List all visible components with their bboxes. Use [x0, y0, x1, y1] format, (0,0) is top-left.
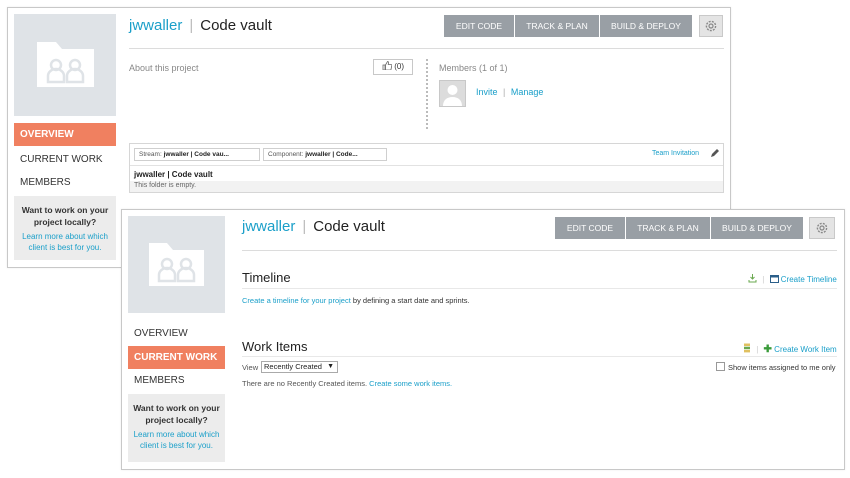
user-silhouette-icon [443, 85, 462, 106]
thumbs-up-icon [382, 61, 393, 71]
build-deploy-button[interactable]: BUILD & DEPLOY [600, 15, 692, 37]
view-select[interactable]: Recently Created ▼ [261, 361, 338, 373]
stream-value: jwwaller | Code vau... [163, 151, 229, 158]
empty-folder-message: This folder is empty. [134, 182, 197, 189]
nav-overview[interactable]: OVERVIEW [128, 322, 225, 345]
title-separator: | [302, 218, 307, 235]
members-actions: Invite | Manage [476, 87, 543, 97]
timeline-divider [242, 288, 837, 289]
create-timeline-link[interactable]: Create Timeline [781, 275, 837, 284]
component-label: Component: [268, 151, 304, 158]
avatar[interactable] [439, 80, 466, 107]
track-plan-button[interactable]: TRACK & PLAN [515, 15, 599, 37]
work-items-empty-text: There are no Recently Created items. [242, 379, 370, 388]
timeline-actions: | Create Timeline [748, 274, 837, 284]
folder-name: jwwaller | Code vault [134, 170, 213, 179]
view-select-value: Recently Created [264, 362, 322, 371]
members-actions-separator: | [503, 87, 506, 97]
members-label: Members (1 of 1) [439, 63, 508, 73]
work-items-heading: Work Items [242, 339, 308, 354]
track-plan-button[interactable]: TRACK & PLAN [626, 217, 710, 239]
nav-members[interactable]: MEMBERS [128, 369, 225, 392]
gear-icon [705, 20, 717, 32]
promo-link[interactable]: Learn more about which client is best fo… [134, 430, 220, 450]
export-icon[interactable] [748, 274, 757, 283]
actions-divider: | [756, 345, 759, 354]
promo-title: Want to work on your project locally? [21, 205, 109, 227]
nav-overview[interactable]: OVERVIEW [14, 123, 116, 146]
work-items-actions: | ✚ Create Work Item [743, 343, 837, 355]
about-label: About this project [129, 63, 199, 73]
promo-link[interactable]: Learn more about which client is best fo… [22, 232, 108, 252]
project-avatar [14, 14, 116, 116]
nav-members[interactable]: MEMBERS [14, 171, 116, 194]
file-browser-divider [130, 165, 723, 166]
create-work-items-link[interactable]: Create some work items. [369, 379, 452, 388]
settings-button[interactable] [809, 217, 835, 239]
project-avatar [128, 216, 225, 313]
component-value: jwwaller | Code... [305, 151, 358, 158]
create-work-item-link[interactable]: Create Work Item [774, 345, 837, 354]
view-label: View [242, 363, 259, 372]
pencil-icon[interactable] [709, 148, 720, 159]
show-assigned-checkbox[interactable] [716, 362, 725, 371]
like-count: (0) [394, 62, 404, 71]
settings-button[interactable] [699, 15, 723, 37]
project-folder-icon [149, 243, 204, 286]
show-assigned-label: Show items assigned to me only [728, 363, 836, 372]
work-items-divider [242, 356, 837, 357]
stack-icon[interactable] [743, 343, 751, 353]
gear-icon [816, 222, 828, 234]
title-project-name: Code vault [200, 17, 272, 34]
manage-link[interactable]: Manage [511, 87, 544, 97]
file-browser: Stream: jwwaller | Code vau... Component… [129, 143, 724, 193]
title-user-link[interactable]: jwwaller [129, 17, 182, 34]
title-user-link[interactable]: jwwaller [242, 218, 295, 235]
header-divider [129, 48, 724, 49]
create-timeline-inline-link[interactable]: Create a timeline for your project [242, 296, 351, 305]
plus-icon: ✚ [763, 344, 772, 355]
project-current-work-window: OVERVIEW CURRENT WORK MEMBERS Want to wo… [121, 209, 845, 470]
component-selector[interactable]: Component: jwwaller | Code... [263, 148, 387, 161]
calendar-icon [769, 275, 779, 283]
invite-link[interactable]: Invite [476, 87, 498, 97]
team-invitation-link[interactable]: Team Invitation [652, 150, 699, 157]
chevron-down-icon: ▼ [327, 363, 334, 370]
work-items-empty: There are no Recently Created items. Cre… [242, 379, 452, 388]
local-work-promo: Want to work on your project locally? Le… [128, 394, 225, 462]
stream-label: Stream: [139, 151, 162, 158]
build-deploy-button[interactable]: BUILD & DEPLOY [711, 217, 803, 239]
stream-selector[interactable]: Stream: jwwaller | Code vau... [134, 148, 260, 161]
page-title: jwwaller | Code vault [242, 218, 385, 235]
folder-empty-row: This folder is empty. [130, 181, 723, 192]
title-project-name: Code vault [313, 218, 385, 235]
nav-current-work[interactable]: CURRENT WORK [128, 346, 225, 369]
nav-current-work[interactable]: CURRENT WORK [14, 148, 116, 171]
timeline-text: Create a timeline for your project by de… [242, 296, 470, 305]
actions-divider: | [762, 275, 765, 284]
project-folder-icon [37, 42, 94, 87]
page-title: jwwaller | Code vault [129, 17, 272, 34]
local-work-promo: Want to work on your project locally? Le… [14, 196, 116, 260]
timeline-heading: Timeline [242, 270, 291, 285]
edit-code-button[interactable]: EDIT CODE [444, 15, 514, 37]
like-button[interactable]: (0) [373, 59, 413, 75]
section-divider [426, 59, 428, 129]
title-separator: | [189, 17, 194, 34]
header-divider [242, 250, 837, 251]
timeline-text-rest: by defining a start date and sprints. [350, 296, 470, 305]
promo-title: Want to work on your project locally? [133, 403, 220, 425]
edit-code-button[interactable]: EDIT CODE [555, 217, 625, 239]
